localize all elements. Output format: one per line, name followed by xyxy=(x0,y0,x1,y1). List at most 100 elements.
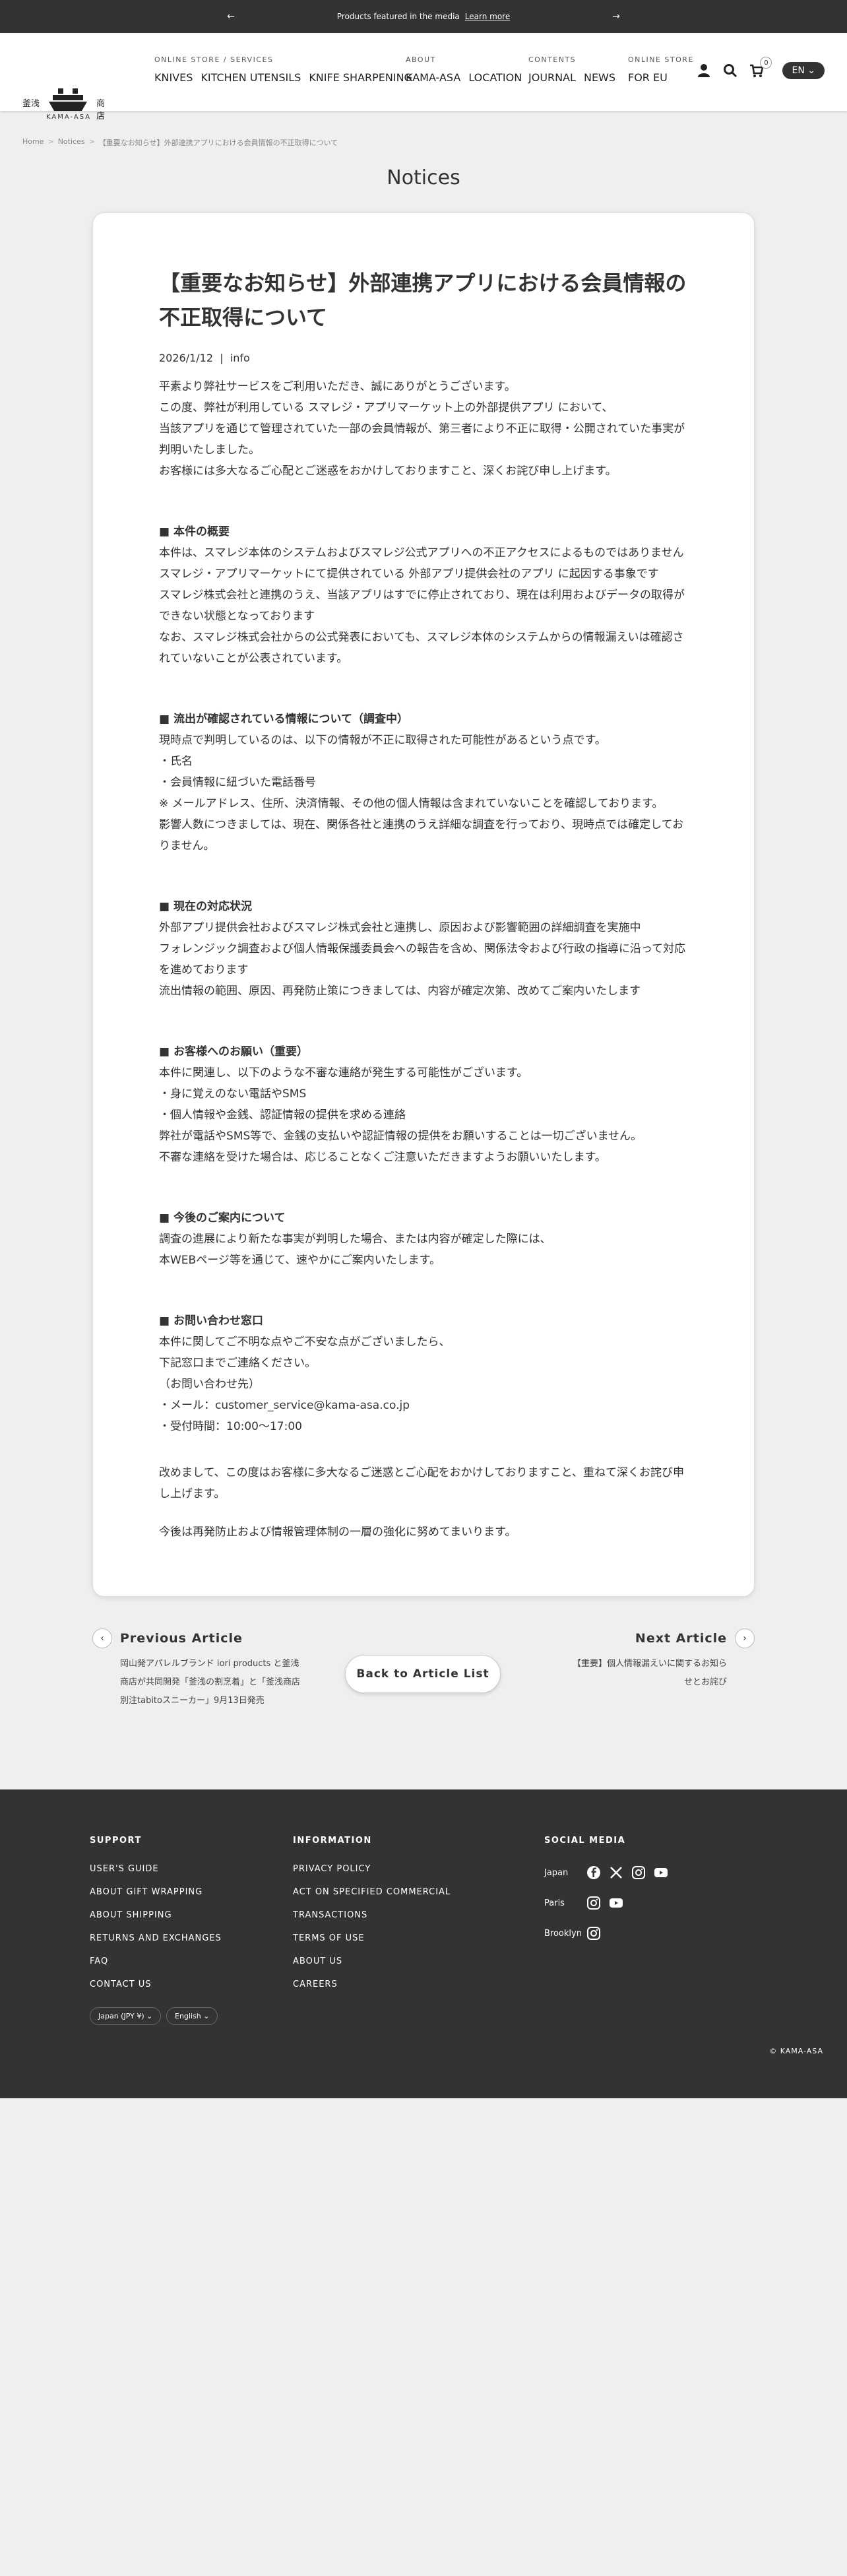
youtube-icon[interactable] xyxy=(654,1865,668,1880)
chevron-left-icon[interactable]: ‹ xyxy=(92,1628,112,1648)
footer-link-gift-wrapping[interactable]: ABOUT GIFT WRAPPING xyxy=(90,1881,222,1904)
section-line: 調査の進展により新たな事実が判明した場合、または内容が確定した際には、 xyxy=(159,1233,551,1246)
section-line: ・個人情報や金銭、認証情報の提供を求める連絡 xyxy=(159,1109,406,1122)
section-line: 外部アプリ提供会社およびスマレジ株式会社と連携し、原因および影響範囲の詳細調査を… xyxy=(159,921,641,934)
intro-line: 当該アプリを通じて管理されていた一部の会員情報が、第三者により不正に取得・公開さ… xyxy=(159,422,685,457)
breadcrumb: Home > Notices > 【重要なお知らせ】外部連携アプリにおける会員情… xyxy=(22,137,338,148)
section-line: 現時点で判明しているのは、以下の情報が不正に取得された可能性があるという点です。 xyxy=(159,734,606,747)
section-line: ・受付時間：10:00〜17:00 xyxy=(159,1420,302,1433)
site-header: 釜浅 商店 KAMA-ASA ONLINE STORE / SERVICES K… xyxy=(0,33,847,121)
youtube-icon[interactable] xyxy=(609,1896,623,1910)
section-line: なお、スマレジ株式会社からの公式発表においても、スマレジ本体のシステムからの情報… xyxy=(159,631,684,665)
logo-kanji-right: 商店 xyxy=(96,99,106,121)
logo-ship-icon xyxy=(49,88,87,111)
section-current-status: ■ 現在の対応状況 外部アプリ提供会社およびスマレジ株式会社と連携し、原因および… xyxy=(159,896,689,1002)
section-line: スマレジ・アプリマーケットにて提供されている 外部アプリ提供会社のアプリ に起因… xyxy=(159,567,659,581)
article-navigation: ‹ Previous Article 岡山発アパレルブランド iori produ… xyxy=(92,1628,755,1734)
social-location-brooklyn: Brooklyn xyxy=(544,1928,582,1939)
section-customer-request: ■ お客様へのお願い（重要） 本件に関連し、以下のような不審な連絡が発生する可能… xyxy=(159,1041,689,1168)
announcement-text: Products featured in the media xyxy=(336,12,460,21)
intro-line: 平素より弊社サービスをご利用いただき、誠にありがとうございます。 xyxy=(159,380,516,393)
announcement-next-arrow-icon[interactable]: → xyxy=(603,0,629,33)
breadcrumb-notices-link[interactable]: Notices xyxy=(58,137,85,148)
currency-selector-label: Japan (JPY ¥) xyxy=(98,2012,144,2020)
footer-link-shipping[interactable]: ABOUT SHIPPING xyxy=(90,1904,222,1927)
nav-link-kama-asa[interactable]: KAMA-ASA xyxy=(406,71,460,84)
section-line: 影響人数につきましては、現在、関係各社と連携のうえ詳細な調査を行っており、現時点… xyxy=(159,818,684,853)
footer-information: INFORMATION PRIVACY POLICY ACT ON SPECIF… xyxy=(293,1836,484,1996)
article-body: 平素より弊社サービスをご利用いただき、誠にありがとうございます。 この度、弊社が… xyxy=(159,376,689,1543)
previous-article-link[interactable]: ‹ Previous Article 岡山発アパレルブランド iori produ… xyxy=(92,1628,303,1710)
section-line: （お問い合わせ先） xyxy=(159,1378,260,1391)
chevron-down-icon: ⌄ xyxy=(203,2012,210,2020)
breadcrumb-home-link[interactable]: Home xyxy=(22,137,44,148)
footer-link-returns[interactable]: RETURNS AND EXCHANGES xyxy=(90,1927,222,1950)
section-heading: ■ 現在の対応状況 xyxy=(159,900,252,913)
language-selector-label: EN xyxy=(792,65,805,76)
nav-category-contents: CONTENTS xyxy=(528,55,577,64)
announcement-prev-arrow-icon[interactable]: ← xyxy=(218,0,244,33)
nav-link-knives[interactable]: KNIVES xyxy=(154,71,193,84)
article-meta: 2026/1/12 | info xyxy=(159,352,689,364)
footer-link-careers[interactable]: CAREERS xyxy=(293,1973,484,1996)
section-line: 本WEBページ等を通じて、速やかにご案内いたします。 xyxy=(159,1254,441,1267)
footer-link-users-guide[interactable]: USER'S GUIDE xyxy=(90,1857,222,1881)
section-line: 本件に関してご不明な点やご不安な点がございましたら、 xyxy=(159,1336,451,1349)
intro-line: お客様には多大なるご心配とご迷惑をおかけしておりますこと、深くお詫び申し上げます… xyxy=(159,465,617,478)
footer-link-faq[interactable]: FAQ xyxy=(90,1950,222,1973)
back-to-list-button[interactable]: Back to Article List xyxy=(345,1655,501,1693)
section-heading: ■ お客様へのお願い（重要） xyxy=(159,1045,308,1058)
nav-link-knife-sharpening[interactable]: KNIFE SHARPENING xyxy=(309,71,412,84)
logo-kanji-left: 釜浅 xyxy=(22,99,40,109)
previous-article-title[interactable]: 岡山発アパレルブランド iori products と釜浅商店が共同開発「釜浅の… xyxy=(92,1655,303,1710)
logo[interactable]: 釜浅 商店 KAMA-ASA xyxy=(22,58,105,121)
instagram-icon[interactable] xyxy=(586,1926,601,1941)
facebook-icon[interactable] xyxy=(586,1865,601,1880)
chevron-right-icon[interactable]: › xyxy=(735,1628,755,1648)
next-article-title[interactable]: 【重要】個人情報漏えいに関するお知らせとお詫び xyxy=(544,1655,755,1692)
footer-link-privacy[interactable]: PRIVACY POLICY xyxy=(293,1857,484,1881)
next-article-link[interactable]: Next Article › 【重要】個人情報漏えいに関するお知らせとお詫び xyxy=(544,1628,755,1692)
nav-link-kitchen-utensils[interactable]: KITCHEN UTENSILS xyxy=(201,71,301,84)
section-line: 本件は、スマレジ本体のシステムおよびスマレジ公式アプリへの不正アクセスによるもの… xyxy=(159,546,684,560)
logo-english: KAMA-ASA xyxy=(46,113,92,121)
contact-email[interactable]: ・メール：customer_service@kama-asa.co.jp xyxy=(159,1395,689,1416)
footer-information-heading: INFORMATION xyxy=(293,1836,372,1846)
footer-social-heading: SOCIAL MEDIA xyxy=(544,1836,626,1846)
nav-link-for-eu[interactable]: FOR EU xyxy=(628,71,668,84)
search-icon[interactable] xyxy=(723,63,737,78)
section-heading: ■ 今後のご案内について xyxy=(159,1211,286,1225)
social-location-paris: Paris xyxy=(544,1898,565,1908)
footer-link-about[interactable]: ABOUT US xyxy=(293,1950,484,1973)
article-category[interactable]: info xyxy=(230,352,250,364)
breadcrumb-separator-icon: > xyxy=(88,137,95,146)
nav-category-store: ONLINE STORE / SERVICES xyxy=(154,55,274,64)
section-line: スマレジ株式会社と連携のうえ、当該アプリはすでに停止されており、現在は利用および… xyxy=(159,589,685,623)
footer-language-selector[interactable]: English ⌄ xyxy=(166,2007,218,2025)
instagram-icon[interactable] xyxy=(631,1865,646,1880)
section-line: ・会員情報に紐づいた電話番号 xyxy=(159,776,316,789)
footer-link-terms[interactable]: TERMS OF USE xyxy=(293,1927,484,1950)
footer-language-label: English xyxy=(175,2012,201,2020)
announcement-learn-more-link[interactable]: Learn more xyxy=(465,12,510,21)
section-leaked-info: ■ 流出が確認されている情報について（調査中） 現時点で判明しているのは、以下の… xyxy=(159,709,689,856)
footer-link-commercial-transactions[interactable]: ACT ON SPECIFIED COMMERCIAL TRANSACTIONS xyxy=(293,1881,484,1927)
instagram-icon[interactable] xyxy=(586,1896,601,1910)
language-selector[interactable]: EN ⌄ xyxy=(782,62,825,79)
nav-link-news[interactable]: NEWS xyxy=(584,71,615,84)
section-line: 弊社が電話やSMS等で、金銭の支払いや認証情報の提供をお願いすることは一切ござい… xyxy=(159,1130,643,1143)
next-article-label: Next Article xyxy=(635,1631,727,1646)
closing-paragraph-2: 今後は再発防止および情報管理体制の一層の強化に努めてまいります。 xyxy=(159,1526,517,1539)
nav-link-location[interactable]: LOCATION xyxy=(468,71,522,84)
nav-link-journal[interactable]: JOURNAL xyxy=(528,71,576,84)
section-heading: ■ 流出が確認されている情報について（調査中） xyxy=(159,713,408,726)
nav-category-about: ABOUT xyxy=(406,55,436,64)
account-icon[interactable] xyxy=(697,63,711,78)
x-icon[interactable] xyxy=(609,1865,623,1880)
currency-selector[interactable]: Japan (JPY ¥) ⌄ xyxy=(90,2007,162,2025)
site-footer: SUPPORT USER'S GUIDE ABOUT GIFT WRAPPING… xyxy=(0,1789,847,2098)
section-overview: ■ 本件の概要 本件は、スマレジ本体のシステムおよびスマレジ公式アプリへの不正ア… xyxy=(159,521,689,669)
footer-link-contact[interactable]: CONTACT US xyxy=(90,1973,222,1996)
header-icons: 0 EN ⌄ xyxy=(697,57,825,79)
cart-button[interactable]: 0 xyxy=(749,57,772,78)
